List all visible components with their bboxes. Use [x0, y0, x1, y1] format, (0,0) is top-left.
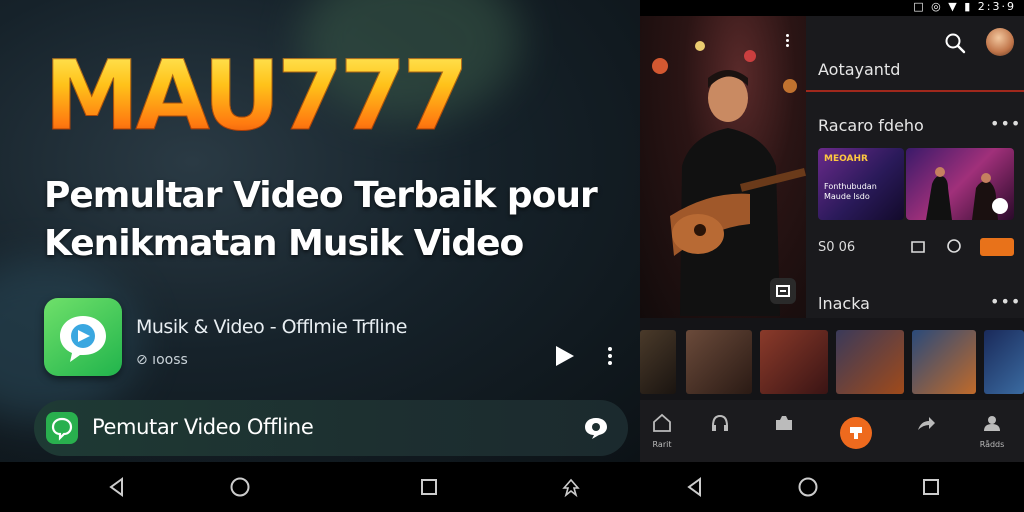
- video-thumbnail[interactable]: MEOAHR Fonthubudan Maude lsdo: [818, 148, 904, 220]
- music-center-icon: [850, 427, 862, 439]
- chat-bubble-icon: [60, 316, 106, 362]
- circle-icon[interactable]: [946, 238, 962, 254]
- app-icon[interactable]: [44, 298, 122, 376]
- headline-line: Kenikmatan Musik Video: [44, 223, 524, 264]
- section-more-icon[interactable]: •••: [990, 114, 1021, 133]
- menu-title[interactable]: Aotayantd: [818, 60, 900, 79]
- video-thumbnail[interactable]: [906, 148, 1014, 220]
- headline-line: Pemultar Video Terbaik pour: [44, 175, 598, 216]
- orange-action-button[interactable]: [980, 238, 1014, 256]
- profile-icon: [984, 416, 1000, 431]
- home-circle-icon[interactable]: [797, 476, 819, 498]
- section-title: Racaro fdeho: [818, 116, 924, 135]
- cast-icon[interactable]: [770, 278, 796, 304]
- system-nav-bar: [0, 462, 1024, 512]
- offline-player-bar[interactable]: Pemutar Video Offline: [34, 400, 628, 456]
- nav-label: Rådds: [979, 440, 1005, 449]
- avatar[interactable]: [986, 28, 1014, 56]
- nav-library[interactable]: [764, 412, 804, 438]
- track-thumbnail[interactable]: [984, 330, 1024, 394]
- track-thumbnail[interactable]: [836, 330, 904, 394]
- track-thumbnail[interactable]: [640, 330, 676, 394]
- nav-label: Rarit: [652, 440, 672, 449]
- chat-leaf-icon: [46, 412, 78, 444]
- bottom-nav: Rarit Rådds: [640, 400, 1024, 462]
- app-listing[interactable]: Musik & Video - Offlmie Trfline ⊘ ıooss: [44, 298, 630, 378]
- thumbnail-subtitle: Fonthubudan Maude lsdo: [824, 182, 877, 201]
- offline-player-label: Pemutar Video Offline: [92, 415, 314, 439]
- home-circle-icon[interactable]: [229, 476, 251, 498]
- track-thumbnail[interactable]: [760, 330, 828, 394]
- track-thumbnail[interactable]: [912, 330, 976, 394]
- nav-home[interactable]: Rarit: [642, 412, 682, 449]
- tracks-strip: [640, 330, 1024, 396]
- section-more-icon[interactable]: •••: [990, 292, 1021, 311]
- nav-center-button[interactable]: [840, 417, 872, 449]
- library-icon: [776, 416, 792, 430]
- recents-icon[interactable]: [418, 476, 440, 498]
- promo-panel: MAU777 Pemultar Video Terbaik pour Kenik…: [0, 0, 640, 462]
- divider: [806, 90, 1024, 92]
- section-title: lnacka: [818, 294, 870, 313]
- play-icon[interactable]: [552, 344, 576, 368]
- status-text: □ ◎ ▼ ▮ 2:3·9: [913, 0, 1016, 13]
- play-badge-icon: [992, 198, 1008, 214]
- side-panel: Aotayantd Racaro fdeho ••• MEOAHR Fonthu…: [806, 16, 1024, 318]
- nav-headphones[interactable]: [700, 412, 740, 438]
- track-thumbnail[interactable]: [686, 330, 752, 394]
- more-options-icon[interactable]: [602, 344, 618, 368]
- thumbnail-title: MEOAHR: [824, 154, 868, 164]
- headphones-icon: [712, 414, 728, 431]
- hero-video[interactable]: [640, 16, 806, 318]
- app-title: Musik & Video - Offlmie Trfline: [136, 316, 407, 338]
- back-icon[interactable]: [106, 476, 128, 498]
- app-subtitle: ⊘ ıooss: [136, 352, 188, 368]
- video-more-icon[interactable]: [784, 32, 791, 49]
- phone-screen: □ ◎ ▼ ▮ 2:3·9 Aotayantd Racaro fdeho •••…: [640, 0, 1024, 462]
- nav-profile[interactable]: Rådds: [972, 412, 1012, 449]
- guitarist-image: [652, 41, 806, 316]
- headline: Pemultar Video Terbaik pour Kenikmatan M…: [44, 172, 624, 268]
- share-icon: [918, 417, 935, 430]
- nav-share[interactable]: [906, 412, 946, 438]
- app-subtitle-text: ⊘ ıooss: [136, 352, 188, 368]
- chat-icon[interactable]: [582, 415, 610, 441]
- stats-text: S0 06: [818, 240, 856, 255]
- brand-logo: MAU777: [43, 40, 469, 153]
- status-bar: □ ◎ ▼ ▮ 2:3·9: [640, 0, 1024, 16]
- home-icon: [653, 413, 671, 432]
- back-icon[interactable]: [684, 476, 706, 498]
- share-accessibility-icon[interactable]: [560, 476, 582, 498]
- recents-icon[interactable]: [920, 476, 942, 498]
- cast-small-icon[interactable]: [910, 238, 926, 254]
- search-icon[interactable]: [944, 32, 966, 54]
